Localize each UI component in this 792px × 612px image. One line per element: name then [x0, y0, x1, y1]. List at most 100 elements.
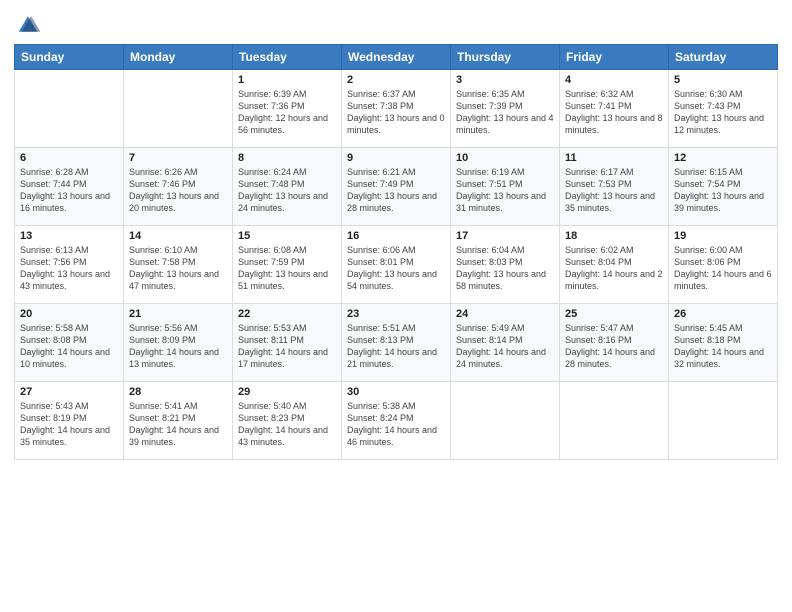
- day-number: 2: [347, 74, 445, 86]
- calendar-cell: 1 Sunrise: 6:39 AMSunset: 7:36 PMDaylight…: [233, 70, 342, 148]
- day-info: Sunrise: 6:35 AMSunset: 7:39 PMDaylight:…: [456, 88, 554, 137]
- calendar-cell: 6 Sunrise: 6:28 AMSunset: 7:44 PMDaylight…: [15, 148, 124, 226]
- day-number: 30: [347, 386, 445, 398]
- calendar-cell: 7 Sunrise: 6:26 AMSunset: 7:46 PMDaylight…: [124, 148, 233, 226]
- day-number: 11: [565, 152, 663, 164]
- day-info: Sunrise: 6:24 AMSunset: 7:48 PMDaylight:…: [238, 166, 336, 215]
- calendar-cell: 20 Sunrise: 5:58 AMSunset: 8:08 PMDayligh…: [15, 304, 124, 382]
- day-info: Sunrise: 5:43 AMSunset: 8:19 PMDaylight:…: [20, 400, 118, 449]
- weekday-header: Thursday: [451, 45, 560, 70]
- calendar-cell: 21 Sunrise: 5:56 AMSunset: 8:09 PMDayligh…: [124, 304, 233, 382]
- day-info: Sunrise: 6:28 AMSunset: 7:44 PMDaylight:…: [20, 166, 118, 215]
- calendar-week-row: 20 Sunrise: 5:58 AMSunset: 8:08 PMDayligh…: [15, 304, 778, 382]
- calendar-cell: 14 Sunrise: 6:10 AMSunset: 7:58 PMDayligh…: [124, 226, 233, 304]
- calendar-cell: 18 Sunrise: 6:02 AMSunset: 8:04 PMDayligh…: [560, 226, 669, 304]
- weekday-header: Tuesday: [233, 45, 342, 70]
- day-number: 1: [238, 74, 336, 86]
- day-number: 29: [238, 386, 336, 398]
- calendar-cell: [560, 382, 669, 460]
- day-info: Sunrise: 5:53 AMSunset: 8:11 PMDaylight:…: [238, 322, 336, 371]
- logo-icon: [14, 10, 42, 38]
- day-number: 16: [347, 230, 445, 242]
- day-number: 21: [129, 308, 227, 320]
- calendar-cell: 29 Sunrise: 5:40 AMSunset: 8:23 PMDayligh…: [233, 382, 342, 460]
- day-number: 20: [20, 308, 118, 320]
- calendar-cell: [669, 382, 778, 460]
- weekday-header: Saturday: [669, 45, 778, 70]
- calendar-cell: 15 Sunrise: 6:08 AMSunset: 7:59 PMDayligh…: [233, 226, 342, 304]
- weekday-header: Sunday: [15, 45, 124, 70]
- header: [14, 10, 778, 38]
- calendar-cell: 16Sunrise: 6:06 AMSunset: 8:01 PMDayligh…: [342, 226, 451, 304]
- day-number: 6: [20, 152, 118, 164]
- day-info: Sunrise: 5:41 AMSunset: 8:21 PMDaylight:…: [129, 400, 227, 449]
- calendar-cell: 19 Sunrise: 6:00 AMSunset: 8:06 PMDayligh…: [669, 226, 778, 304]
- calendar-cell: 23 Sunrise: 5:51 AMSunset: 8:13 PMDayligh…: [342, 304, 451, 382]
- day-info: Sunrise: 6:30 AMSunset: 7:43 PMDaylight:…: [674, 88, 772, 137]
- header-row: SundayMondayTuesdayWednesdayThursdayFrid…: [15, 45, 778, 70]
- day-info: Sunrise: 6:37 AMSunset: 7:38 PMDaylight:…: [347, 88, 445, 137]
- calendar-cell: 22 Sunrise: 5:53 AMSunset: 8:11 PMDayligh…: [233, 304, 342, 382]
- weekday-header: Friday: [560, 45, 669, 70]
- day-number: 17: [456, 230, 554, 242]
- day-info: Sunrise: 5:47 AMSunset: 8:16 PMDaylight:…: [565, 322, 663, 371]
- calendar-cell: 5 Sunrise: 6:30 AMSunset: 7:43 PMDaylight…: [669, 70, 778, 148]
- day-number: 12: [674, 152, 772, 164]
- day-number: 23: [347, 308, 445, 320]
- weekday-header: Monday: [124, 45, 233, 70]
- day-number: 7: [129, 152, 227, 164]
- day-number: 25: [565, 308, 663, 320]
- day-info: Sunrise: 6:04 AMSunset: 8:03 PMDaylight:…: [456, 244, 554, 293]
- calendar-cell: 26Sunrise: 5:45 AMSunset: 8:18 PMDayligh…: [669, 304, 778, 382]
- day-number: 15: [238, 230, 336, 242]
- weekday-header: Wednesday: [342, 45, 451, 70]
- day-number: 19: [674, 230, 772, 242]
- day-number: 5: [674, 74, 772, 86]
- calendar-cell: 8 Sunrise: 6:24 AMSunset: 7:48 PMDaylight…: [233, 148, 342, 226]
- day-number: 24: [456, 308, 554, 320]
- day-number: 28: [129, 386, 227, 398]
- calendar-week-row: 27 Sunrise: 5:43 AMSunset: 8:19 PMDayligh…: [15, 382, 778, 460]
- page: SundayMondayTuesdayWednesdayThursdayFrid…: [0, 0, 792, 612]
- day-number: 9: [347, 152, 445, 164]
- calendar-cell: 9 Sunrise: 6:21 AMSunset: 7:49 PMDaylight…: [342, 148, 451, 226]
- calendar-cell: 11Sunrise: 6:17 AMSunset: 7:53 PMDayligh…: [560, 148, 669, 226]
- day-number: 4: [565, 74, 663, 86]
- day-number: 14: [129, 230, 227, 242]
- day-info: Sunrise: 6:19 AMSunset: 7:51 PMDaylight:…: [456, 166, 554, 215]
- day-info: Sunrise: 6:00 AMSunset: 8:06 PMDaylight:…: [674, 244, 772, 293]
- calendar-cell: 28 Sunrise: 5:41 AMSunset: 8:21 PMDayligh…: [124, 382, 233, 460]
- calendar-cell: 27 Sunrise: 5:43 AMSunset: 8:19 PMDayligh…: [15, 382, 124, 460]
- day-info: Sunrise: 6:15 AMSunset: 7:54 PMDaylight:…: [674, 166, 772, 215]
- day-info: Sunrise: 5:56 AMSunset: 8:09 PMDaylight:…: [129, 322, 227, 371]
- day-info: Sunrise: 6:10 AMSunset: 7:58 PMDaylight:…: [129, 244, 227, 293]
- day-number: 18: [565, 230, 663, 242]
- calendar-cell: 24 Sunrise: 5:49 AMSunset: 8:14 PMDayligh…: [451, 304, 560, 382]
- day-number: 8: [238, 152, 336, 164]
- day-info: Sunrise: 6:21 AMSunset: 7:49 PMDaylight:…: [347, 166, 445, 215]
- calendar-cell: 25 Sunrise: 5:47 AMSunset: 8:16 PMDayligh…: [560, 304, 669, 382]
- day-number: 27: [20, 386, 118, 398]
- calendar-cell: [124, 70, 233, 148]
- day-info: Sunrise: 5:51 AMSunset: 8:13 PMDaylight:…: [347, 322, 445, 371]
- day-info: Sunrise: 5:58 AMSunset: 8:08 PMDaylight:…: [20, 322, 118, 371]
- calendar-week-row: 6 Sunrise: 6:28 AMSunset: 7:44 PMDaylight…: [15, 148, 778, 226]
- day-info: Sunrise: 6:08 AMSunset: 7:59 PMDaylight:…: [238, 244, 336, 293]
- calendar-cell: 30Sunrise: 5:38 AMSunset: 8:24 PMDayligh…: [342, 382, 451, 460]
- day-info: Sunrise: 5:40 AMSunset: 8:23 PMDaylight:…: [238, 400, 336, 449]
- day-number: 3: [456, 74, 554, 86]
- day-info: Sunrise: 6:32 AMSunset: 7:41 PMDaylight:…: [565, 88, 663, 137]
- day-number: 26: [674, 308, 772, 320]
- day-info: Sunrise: 6:13 AMSunset: 7:56 PMDaylight:…: [20, 244, 118, 293]
- day-info: Sunrise: 6:39 AMSunset: 7:36 PMDaylight:…: [238, 88, 336, 137]
- day-info: Sunrise: 5:49 AMSunset: 8:14 PMDaylight:…: [456, 322, 554, 371]
- calendar-cell: [15, 70, 124, 148]
- calendar-cell: 10Sunrise: 6:19 AMSunset: 7:51 PMDayligh…: [451, 148, 560, 226]
- day-info: Sunrise: 6:26 AMSunset: 7:46 PMDaylight:…: [129, 166, 227, 215]
- day-number: 22: [238, 308, 336, 320]
- day-info: Sunrise: 6:02 AMSunset: 8:04 PMDaylight:…: [565, 244, 663, 293]
- day-number: 13: [20, 230, 118, 242]
- calendar-week-row: 13 Sunrise: 6:13 AMSunset: 7:56 PMDayligh…: [15, 226, 778, 304]
- calendar-cell: 12 Sunrise: 6:15 AMSunset: 7:54 PMDayligh…: [669, 148, 778, 226]
- logo: [14, 10, 46, 38]
